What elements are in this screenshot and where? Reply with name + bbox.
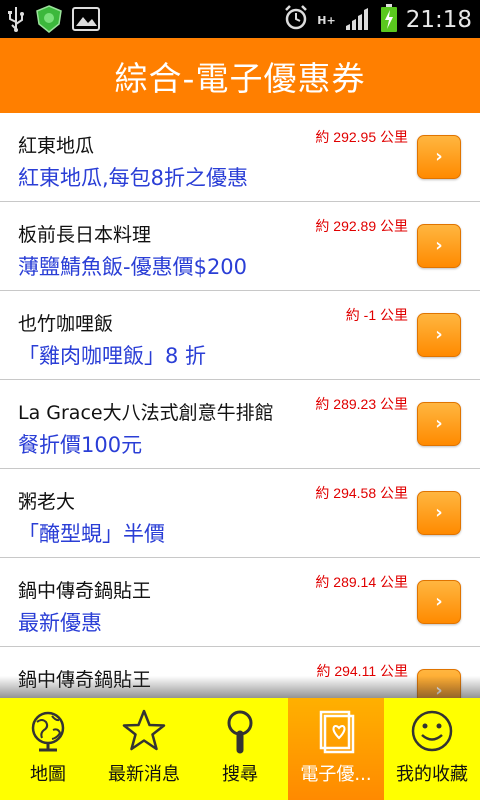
chevron-right-icon: › [435, 324, 443, 345]
distance-label: 約 292.89 公里 [315, 218, 408, 234]
coupon-list-item[interactable]: La Grace大八法式創意牛排館 餐折價100元 約 289.23 公里 › [0, 380, 480, 469]
tab-my-favorites[interactable]: 我的收藏 [384, 698, 480, 800]
offer-text: 「雞肉咖哩飯」8 折 [18, 344, 207, 368]
open-coupon-button[interactable]: › [417, 669, 461, 698]
chevron-right-icon: › [435, 146, 443, 167]
chevron-right-icon: › [435, 591, 443, 612]
tab-latest-news[interactable]: 最新消息 [96, 698, 192, 800]
chevron-right-icon: › [435, 235, 443, 256]
coupon-list-item[interactable]: 鍋中傳奇鍋貼王 最新優惠 約 289.14 公里 › [0, 558, 480, 647]
store-name: 紅東地瓜 [18, 135, 95, 157]
open-coupon-button[interactable]: › [417, 135, 461, 179]
tab-search[interactable]: 搜尋 [192, 698, 288, 800]
store-name: 粥老大 [18, 491, 76, 513]
open-coupon-button[interactable]: › [417, 402, 461, 446]
offer-text: 「醃型蜆」半價 [18, 522, 165, 546]
status-time: 21:18 [405, 7, 472, 33]
offer-text: 餐折價100元 [18, 433, 143, 457]
magnifier-icon [217, 708, 263, 754]
network-type-indicator: H+ [317, 13, 336, 27]
store-name: 鍋中傳奇鍋貼王 [18, 580, 152, 602]
chevron-right-icon: › [435, 680, 443, 699]
distance-label: 約 294.11 公里 [316, 663, 408, 679]
coupon-list-item[interactable]: 粥老大 「醃型蜆」半價 約 294.58 公里 › [0, 469, 480, 558]
battery-charging-icon [380, 3, 398, 37]
offer-text: 薄鹽鯖魚飯-優惠價$200 [18, 255, 248, 279]
open-coupon-button[interactable]: › [417, 580, 461, 624]
page-title: 綜合-電子優惠券 [114, 58, 366, 98]
tab-map[interactable]: 地圖 [0, 698, 96, 800]
coupon-list-item[interactable]: 紅東地瓜 紅東地瓜,每包8折之優惠 約 292.95 公里 › [0, 113, 480, 202]
store-name: La Grace大八法式創意牛排館 [18, 402, 274, 424]
coupon-icon [313, 708, 359, 754]
distance-label: 約 -1 公里 [345, 307, 408, 323]
gallery-icon [72, 6, 100, 36]
smiley-icon [409, 708, 455, 754]
security-shield-icon [34, 4, 64, 38]
coupon-list-item[interactable]: 板前長日本料理 薄鹽鯖魚飯-優惠價$200 約 292.89 公里 › [0, 202, 480, 291]
alarm-icon [283, 4, 309, 36]
tab-label: 我的收藏 [396, 764, 468, 785]
distance-label: 約 292.95 公里 [315, 129, 408, 145]
tab-label: 搜尋 [222, 764, 258, 785]
coupon-list-item[interactable]: 也竹咖哩飯 「雞肉咖哩飯」8 折 約 -1 公里 › [0, 291, 480, 380]
distance-label: 約 289.23 公里 [315, 396, 408, 412]
open-coupon-button[interactable]: › [417, 491, 461, 535]
tab-label: 電子優... [300, 764, 372, 785]
tab-e-coupons[interactable]: 電子優... [288, 698, 384, 800]
chevron-right-icon: › [435, 413, 443, 434]
distance-label: 約 289.14 公里 [315, 574, 408, 590]
status-bar: H+ 21:18 [0, 0, 480, 38]
globe-icon [25, 708, 71, 754]
chevron-right-icon: › [435, 502, 443, 523]
title-bar: 綜合-電子優惠券 [0, 38, 480, 113]
tab-label: 最新消息 [108, 764, 180, 785]
distance-label: 約 294.58 公里 [315, 485, 408, 501]
offer-text: 最新優惠 [18, 611, 102, 635]
offer-text: 紅東地瓜,每包8折之優惠 [18, 166, 249, 190]
store-name: 板前長日本料理 [18, 224, 152, 246]
usb-icon [6, 5, 26, 37]
star-icon [121, 708, 167, 754]
open-coupon-button[interactable]: › [417, 313, 461, 357]
bottom-tab-bar: 地圖 最新消息 搜尋 電子優... 我的收藏 [0, 698, 480, 800]
coupon-list[interactable]: 紅東地瓜 紅東地瓜,每包8折之優惠 約 292.95 公里 › 板前長日本料理 … [0, 113, 480, 698]
store-name: 也竹咖哩飯 [18, 313, 114, 335]
store-name: 鍋中傳奇鍋貼王 [18, 669, 152, 691]
open-coupon-button[interactable]: › [417, 224, 461, 268]
signal-icon [344, 4, 372, 36]
tab-label: 地圖 [30, 764, 66, 785]
coupon-list-item[interactable]: 鍋中傳奇鍋貼王 約 294.11 公里 › [0, 647, 480, 698]
